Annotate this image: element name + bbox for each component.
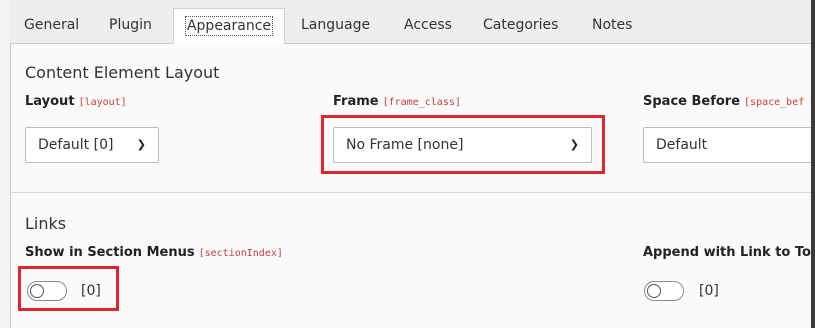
section-title-layout: Content Element Layout: [25, 63, 220, 82]
space-before-label: Space Before [space_bef: [643, 94, 804, 109]
appearance-panel: [10, 44, 815, 328]
chevron-down-icon: ❯: [136, 138, 146, 151]
frame-field-key: [frame_class]: [382, 97, 461, 108]
tab-notes[interactable]: Notes: [592, 8, 632, 42]
layout-select-value: Default [0]: [38, 137, 114, 153]
space-before-field-key: [space_bef: [744, 97, 805, 108]
tab-plugin[interactable]: Plugin: [109, 8, 152, 42]
space-before-select[interactable]: Default: [643, 127, 815, 163]
layout-label-text: Layout: [25, 94, 75, 109]
window-edge: [811, 0, 815, 328]
tab-access[interactable]: Access: [404, 8, 452, 42]
append-link-toggle[interactable]: [644, 281, 684, 301]
tab-bar: General Plugin Appearance Language Acces…: [10, 0, 815, 44]
section-divider: [10, 192, 815, 193]
section-menus-highlight-box: [18, 266, 119, 311]
frame-highlight-box: [321, 115, 605, 174]
space-before-select-value: Default: [656, 137, 708, 153]
append-link-label-text: Append with Link to To: [643, 245, 811, 260]
layout-label: Layout [layout]: [25, 94, 127, 109]
tab-language[interactable]: Language: [301, 8, 370, 42]
frame-label: Frame [frame_class]: [333, 94, 461, 109]
append-link-value: [0]: [699, 283, 719, 299]
section-menus-field-key: [sectionIndex]: [198, 248, 283, 259]
tab-appearance-label: Appearance: [184, 16, 274, 36]
append-link-label: Append with Link to To: [643, 245, 811, 260]
layout-field-key: [layout]: [78, 97, 127, 108]
space-before-label-text: Space Before: [643, 94, 741, 109]
toggle-knob-icon: [647, 284, 661, 298]
section-title-links: Links: [25, 214, 67, 233]
section-menus-label: Show in Section Menus [sectionIndex]: [25, 245, 283, 260]
frame-label-text: Frame: [333, 94, 379, 109]
section-menus-label-text: Show in Section Menus: [25, 245, 195, 260]
tab-appearance[interactable]: Appearance: [173, 8, 285, 44]
tab-general[interactable]: General: [24, 8, 79, 42]
layout-select[interactable]: Default [0] ❯: [25, 127, 159, 163]
tab-categories[interactable]: Categories: [483, 8, 558, 42]
